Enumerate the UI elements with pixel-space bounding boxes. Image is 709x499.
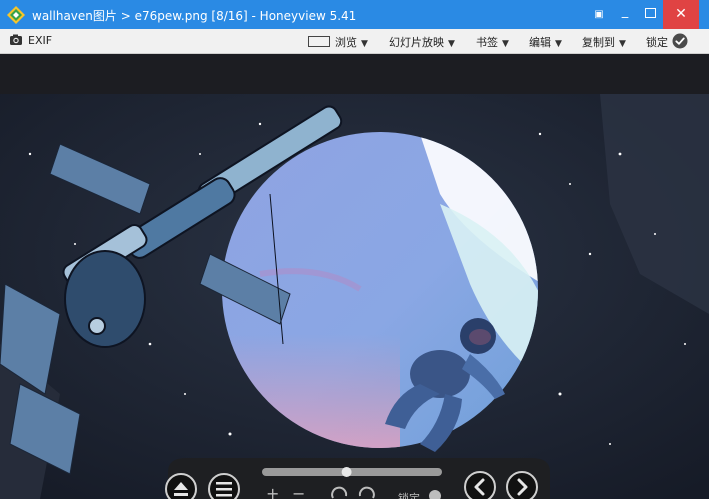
camera-icon[interactable] bbox=[9, 33, 23, 47]
exif-button[interactable]: EXIF bbox=[28, 34, 52, 47]
edit-label: 编辑 bbox=[529, 36, 551, 49]
pin-button[interactable]: ▣ bbox=[589, 0, 609, 29]
close-button[interactable]: ✕ bbox=[663, 0, 699, 29]
slideshow-label: 幻灯片放映 bbox=[389, 36, 444, 49]
lock-control-label[interactable]: 锁定 bbox=[398, 491, 420, 499]
eject-icon[interactable] bbox=[165, 473, 197, 499]
wallpaper-image bbox=[0, 94, 709, 499]
bookmark-menu[interactable]: 书签 ▼ bbox=[476, 34, 509, 50]
slideshow-menu[interactable]: 幻灯片放映 ▼ bbox=[389, 34, 455, 50]
menu-icon[interactable] bbox=[208, 473, 240, 499]
toolbar: EXIF 浏览 ▼ 幻灯片放映 ▼ 书签 ▼ 编辑 ▼ 复制到 ▼ 锁定 bbox=[0, 29, 709, 54]
copy-to-menu[interactable]: 复制到 ▼ bbox=[582, 34, 626, 50]
bookmark-label: 书签 bbox=[476, 36, 498, 49]
seek-thumb[interactable] bbox=[341, 467, 352, 477]
caret-down-icon: ▼ bbox=[619, 39, 626, 49]
maximize-button[interactable] bbox=[638, 0, 664, 29]
caret-down-icon: ▼ bbox=[361, 39, 368, 49]
browse-icon bbox=[308, 36, 330, 47]
honeyview-icon bbox=[7, 6, 25, 24]
edit-menu[interactable]: 编辑 ▼ bbox=[529, 34, 562, 50]
maximize-icon bbox=[645, 8, 656, 18]
browse-menu[interactable]: 浏览 ▼ bbox=[308, 34, 368, 50]
control-bar: + − 锁定 bbox=[165, 458, 550, 499]
window-title: wallhaven图片 > e76pew.png [8/16] - Honeyv… bbox=[32, 9, 357, 23]
image-viewer[interactable] bbox=[0, 54, 709, 499]
caret-down-icon: ▼ bbox=[448, 39, 455, 49]
caret-down-icon: ▼ bbox=[555, 39, 562, 49]
seek-track[interactable] bbox=[262, 468, 442, 476]
browse-label: 浏览 bbox=[335, 36, 357, 49]
zoom-in-button[interactable]: + bbox=[266, 484, 279, 499]
chevron-left-icon[interactable] bbox=[464, 471, 496, 499]
chevron-right-icon[interactable] bbox=[506, 471, 538, 499]
copy-to-label: 复制到 bbox=[582, 36, 615, 49]
minimize-button[interactable]: _ bbox=[612, 0, 638, 29]
lock-button[interactable]: 锁定 bbox=[646, 34, 668, 50]
title-bar[interactable]: wallhaven图片 > e76pew.png [8/16] - Honeyv… bbox=[0, 0, 709, 29]
check-circle-icon[interactable] bbox=[672, 33, 688, 49]
zoom-out-button[interactable]: − bbox=[292, 484, 305, 499]
caret-down-icon: ▼ bbox=[502, 39, 509, 49]
